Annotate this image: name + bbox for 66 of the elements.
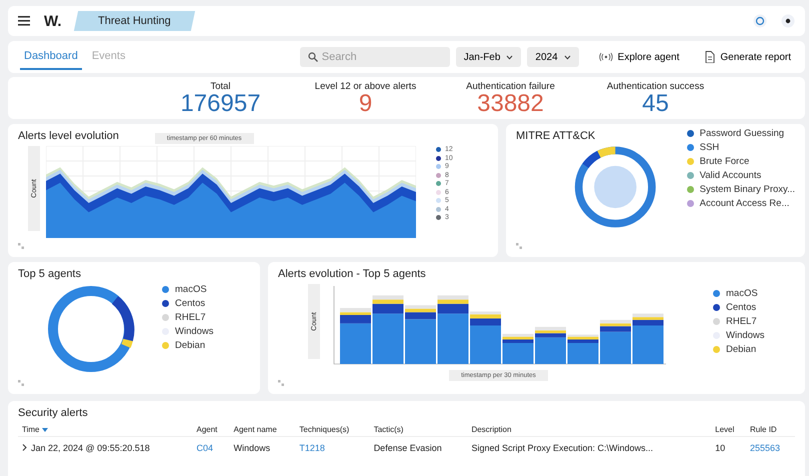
stat-value: 176957 <box>180 92 261 116</box>
legend-label: macOS <box>726 288 758 299</box>
chevron-right-icon[interactable] <box>22 444 27 451</box>
panel-title: Alerts evolution - Top 5 agents <box>278 268 426 280</box>
table-link[interactable]: T1218 <box>299 443 325 453</box>
search-field[interactable]: Search <box>300 47 450 67</box>
action-button[interactable]: Generate report <box>699 50 797 64</box>
column-header[interactable]: Level <box>711 423 746 436</box>
stat-label: Level 12 or above alerts <box>314 81 416 92</box>
stat-value: 33882 <box>477 92 544 116</box>
legend-label: Brute Force <box>700 156 750 167</box>
legend-label: Account Access Re... <box>700 198 790 209</box>
column-header[interactable]: Agent <box>192 423 230 436</box>
action-button[interactable]: Explore agent <box>592 50 686 64</box>
dropdown[interactable]: 2024 <box>527 47 579 67</box>
dropdown[interactable]: Jan-Feb <box>456 47 522 67</box>
grid-icon <box>516 243 522 249</box>
legend-label: Windows <box>726 330 765 341</box>
menu-icon[interactable] <box>18 16 30 26</box>
table-link[interactable]: 255563 <box>750 443 780 453</box>
circle-icon <box>753 14 767 28</box>
legend-label: Valid Accounts <box>700 170 762 181</box>
table-link[interactable]: C04 <box>196 443 213 453</box>
table-cell: 10 <box>715 443 726 453</box>
stat-value: 45 <box>642 92 669 116</box>
stat-label: Authentication success <box>606 81 704 92</box>
column-header[interactable]: Tactic(s) <box>370 423 468 436</box>
grid-icon <box>18 380 24 386</box>
panel-title: Top 5 agents <box>18 268 81 280</box>
legend-label: System Binary Proxy... <box>700 184 795 195</box>
legend-label: RHEL7 <box>726 316 757 327</box>
legend-label: SSH <box>700 142 720 153</box>
column-header[interactable]: Agent name <box>230 423 296 436</box>
legend-label: RHEL7 <box>175 312 206 323</box>
chevron-down-icon <box>506 54 514 60</box>
stat-label: Total <box>210 81 231 92</box>
section-label: Threat Hunting <box>73 11 194 31</box>
stat-value: 9 <box>358 92 372 116</box>
grid-icon <box>278 380 284 386</box>
dot-icon <box>781 14 795 28</box>
column-header[interactable]: Time <box>18 423 192 436</box>
logo: W. <box>44 12 62 30</box>
document-icon <box>705 51 716 63</box>
signal-icon <box>598 52 613 62</box>
table-cell: Windows <box>234 443 270 453</box>
search-icon <box>308 52 318 62</box>
tab[interactable]: Dashboard <box>20 44 82 70</box>
column-header[interactable]: Techniques(s) <box>295 423 370 436</box>
legend-label: Password Guessing <box>700 128 784 139</box>
stat-label: Authentication failure <box>466 81 555 92</box>
grid-icon <box>18 243 24 249</box>
column-header[interactable]: Rule ID <box>746 423 795 436</box>
table-cell: Signed Script Proxy Execution: C:\Windows... <box>471 443 654 453</box>
panel-title: MITRE ATT&CK <box>516 130 596 142</box>
column-header[interactable]: Description <box>467 423 712 436</box>
chevron-down-icon <box>564 54 571 60</box>
table-cell: Jan 22, 2024 @ 09:55:20.518 <box>31 443 150 453</box>
legend-label: macOS <box>175 284 207 295</box>
legend-label: Centos <box>175 298 206 309</box>
panel-title: Security alerts <box>18 407 88 419</box>
legend-label: Debian <box>175 340 206 351</box>
table-cell: Defense Evasion <box>374 443 442 453</box>
legend-label: Windows <box>175 326 214 337</box>
panel-title: Alerts level evolution <box>18 130 119 142</box>
legend-label: Debian <box>726 344 756 355</box>
legend-label: Centos <box>726 302 756 313</box>
